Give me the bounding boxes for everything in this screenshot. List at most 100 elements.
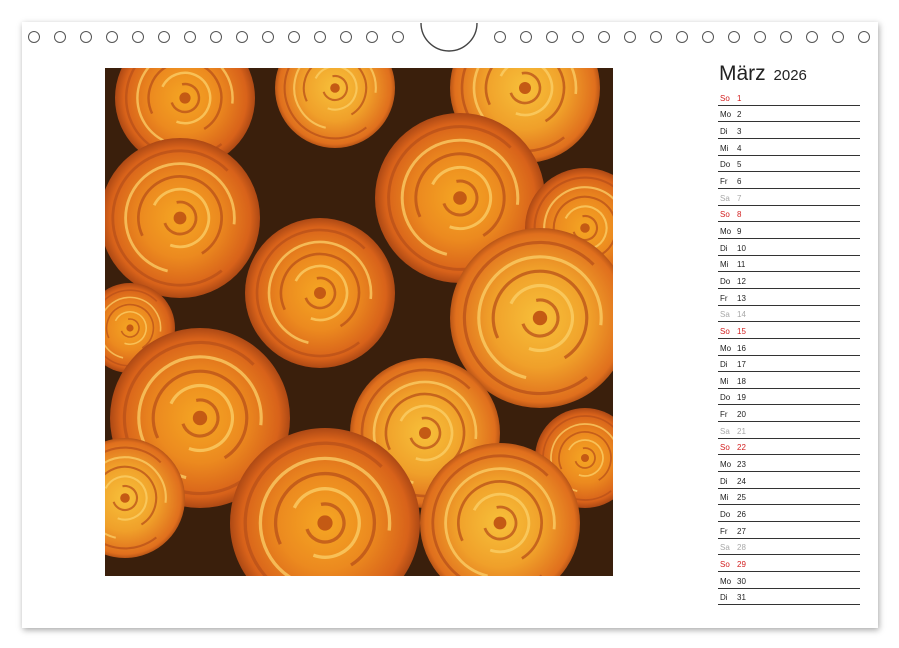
weekday-label: Di (720, 593, 728, 603)
day-number: 31 (737, 593, 746, 603)
day-row: Sa 21 (718, 423, 860, 439)
year-label: 2026 (773, 67, 807, 84)
day-row: So 22 (718, 440, 860, 456)
day-number: 18 (737, 376, 746, 386)
rose-icon (245, 218, 395, 368)
day-row: Do 12 (718, 273, 860, 289)
binding-ring-icon (832, 31, 844, 43)
day-row: Fr 20 (718, 406, 860, 423)
day-row: Di 17 (718, 357, 860, 373)
weekday-label: Di (720, 126, 728, 136)
binding-ring-icon (572, 31, 584, 43)
day-number: 2 (737, 110, 742, 120)
weekday-label: Fr (720, 410, 728, 420)
day-number: 17 (737, 360, 746, 370)
binding-ring-icon (728, 31, 740, 43)
weekday-label: Mi (720, 493, 729, 503)
binding-ring-icon (132, 31, 144, 43)
day-number: 10 (737, 243, 746, 253)
day-row: Mo 9 (718, 223, 860, 239)
binding-ring-icon (676, 31, 688, 43)
day-number: 9 (737, 226, 742, 236)
day-row: Mo 30 (718, 573, 860, 589)
day-number: 13 (737, 293, 746, 303)
weekday-label: Mo (720, 460, 732, 470)
binding-ring-icon (392, 31, 404, 43)
weekday-label: So (720, 210, 730, 220)
binding-ring-icon (520, 31, 532, 43)
binding-ring-icon (624, 31, 636, 43)
day-row: Sa 28 (718, 540, 860, 556)
weekday-label: Mi (720, 376, 729, 386)
day-row: Mo 23 (718, 456, 860, 473)
day-number: 24 (737, 476, 746, 486)
weekday-label: So (720, 443, 730, 453)
day-number: 7 (737, 193, 742, 203)
binding-ring-icon (702, 31, 714, 43)
weekday-label: Mi (720, 260, 729, 270)
day-row: So 1 (718, 90, 860, 106)
binding-ring-icon (80, 31, 92, 43)
day-row: Mo 2 (718, 107, 860, 123)
day-number: 3 (737, 126, 742, 136)
weekday-label: Do (720, 276, 731, 286)
day-number: 14 (737, 310, 746, 320)
day-number: 8 (737, 210, 742, 220)
day-number: 26 (737, 510, 746, 520)
weekday-label: Sa (720, 426, 730, 436)
binding-ring-icon (806, 31, 818, 43)
day-row: Di 10 (718, 240, 860, 256)
day-row: Fr 6 (718, 173, 860, 189)
weekday-label: Mo (720, 226, 732, 236)
day-number: 21 (737, 426, 746, 436)
day-row: Do 5 (718, 157, 860, 173)
weekday-label: Di (720, 476, 728, 486)
month-calendar: März 2026 So 1 Mo 2 Di 3 Mi 4 Do 5 Fr 6 Sa 7 So 8 Mo 9 Di 1… (718, 60, 860, 606)
day-row: Di 24 (718, 473, 860, 489)
weekday-label: Do (720, 393, 731, 403)
binding-ring-icon (598, 31, 610, 43)
day-number: 30 (737, 576, 746, 586)
day-row: Mi 25 (718, 490, 860, 506)
binding-ring-icon (158, 31, 170, 43)
weekday-label: So (720, 326, 730, 336)
binding-ring-icon (262, 31, 274, 43)
weekday-label: Fr (720, 526, 728, 536)
weekday-label: Do (720, 510, 731, 520)
binding-ring-icon (106, 31, 118, 43)
day-number: 5 (737, 160, 742, 170)
binding-ring-icon (236, 31, 248, 43)
day-number: 29 (737, 560, 746, 570)
weekday-label: Fr (720, 176, 728, 186)
day-number: 25 (737, 493, 746, 503)
weekday-label: Di (720, 360, 728, 370)
day-number: 27 (737, 526, 746, 536)
day-row: Do 19 (718, 390, 860, 406)
day-number: 4 (737, 143, 742, 153)
day-row: Fr 27 (718, 523, 860, 539)
weekday-label: Di (720, 243, 728, 253)
day-row: Fr 13 (718, 290, 860, 306)
day-row: So 29 (718, 556, 860, 573)
day-row: Mi 4 (718, 140, 860, 156)
day-row: Sa 14 (718, 307, 860, 323)
day-list: So 1 Mo 2 Di 3 Mi 4 Do 5 Fr 6 Sa 7 So 8 Mo 9 Di 10 Mi 11 Do 12 F… (718, 90, 860, 606)
rose-icon (105, 138, 260, 298)
binding-ring-icon (650, 31, 662, 43)
binding-ring-icon (754, 31, 766, 43)
weekday-label: Mo (720, 343, 732, 353)
day-row: So 8 (718, 207, 860, 223)
rose-photo (105, 68, 613, 576)
weekday-label: Mi (720, 143, 729, 153)
day-number: 22 (737, 443, 746, 453)
day-row: Mi 11 (718, 257, 860, 273)
day-number: 12 (737, 276, 746, 286)
day-number: 19 (737, 393, 746, 403)
day-row: Mo 16 (718, 340, 860, 356)
weekday-label: Sa (720, 543, 730, 553)
binding-ring-icon (494, 31, 506, 43)
binding-ring-icon (28, 31, 40, 43)
hanger-hook-icon (420, 22, 478, 52)
binding-ring-icon (858, 31, 870, 43)
month-name: März (719, 62, 766, 85)
